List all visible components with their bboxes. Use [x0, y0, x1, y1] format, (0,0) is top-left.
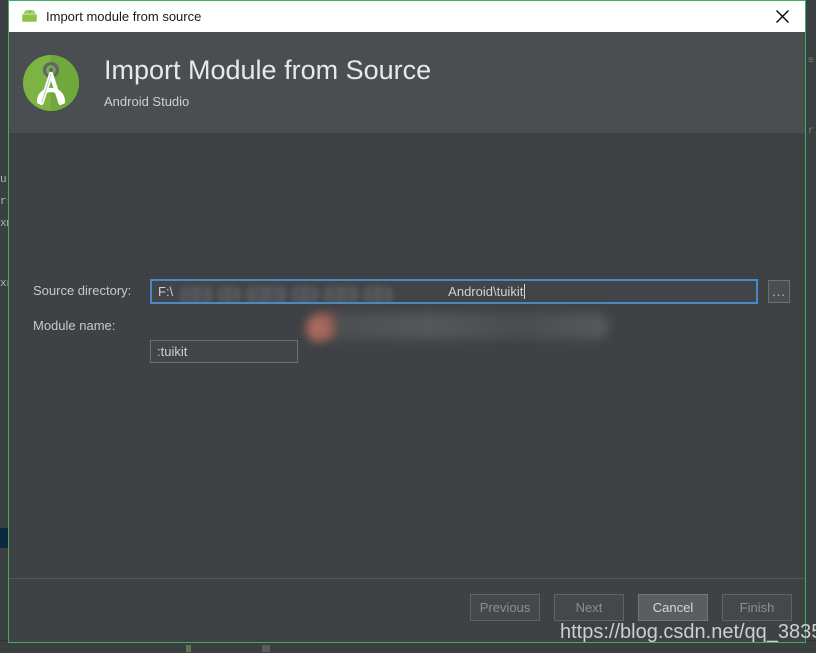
dialog-content: Source directory: F:\ Android\tuikit ...…	[9, 133, 805, 578]
module-name-value: :tuikit	[157, 344, 188, 359]
android-bugdroid-icon	[21, 8, 38, 25]
source-directory-label: Source directory:	[33, 283, 132, 298]
status-bar-indicator	[262, 645, 270, 652]
status-bar-indicator	[186, 645, 191, 652]
import-module-dialog: Import module from source Import Module …	[8, 0, 806, 643]
banner-subtitle: Android Studio	[104, 93, 190, 109]
dialog-footer: Previous Next Cancel Finish	[9, 578, 805, 642]
banner-text-group: Import Module from Source Android Studio	[104, 55, 432, 109]
text-caret	[524, 284, 526, 299]
source-directory-prefix: F:\	[158, 284, 174, 299]
source-directory-suffix: Android\tuikit	[448, 284, 524, 299]
module-name-input[interactable]: :tuikit	[150, 340, 298, 363]
previous-button[interactable]: Previous	[470, 594, 540, 621]
source-directory-row: Source directory:	[33, 283, 145, 298]
dialog-titlebar: Import module from source	[9, 1, 805, 32]
android-studio-logo-icon	[22, 54, 80, 112]
source-directory-input[interactable]: F:\ Android\tuikit	[150, 279, 758, 304]
browse-source-directory-button[interactable]: ...	[768, 280, 790, 303]
close-icon[interactable]	[759, 1, 805, 32]
backdrop-fragment: r	[807, 126, 814, 137]
module-name-label: Module name:	[33, 318, 116, 333]
module-name-row: Module name:	[33, 318, 145, 333]
dialog-title: Import module from source	[46, 9, 202, 24]
blurred-popup-accent	[307, 317, 329, 341]
backdrop-fragment: ≡	[807, 56, 814, 67]
banner-title: Import Module from Source	[104, 55, 432, 86]
finish-button[interactable]: Finish	[722, 594, 792, 621]
dialog-banner: Import Module from Source Android Studio	[9, 32, 805, 133]
cancel-button[interactable]: Cancel	[638, 594, 708, 621]
backdrop-fragment: u	[0, 174, 7, 186]
next-button[interactable]: Next	[554, 594, 624, 621]
redaction-overlay	[178, 285, 448, 302]
blurred-popup-overlay	[309, 313, 609, 339]
